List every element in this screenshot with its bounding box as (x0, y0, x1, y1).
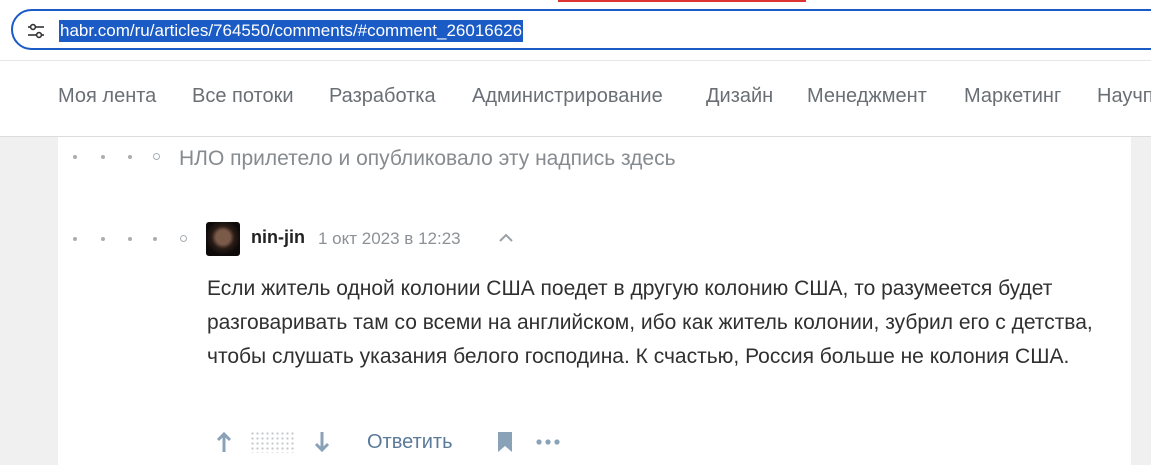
comment-text: Если житель одной колонии США поедет в д… (207, 277, 1093, 368)
ufo-notice: НЛО прилетело и опубликовало эту надпись… (179, 147, 676, 170)
comment-author[interactable]: nin-jin (251, 227, 305, 248)
comment-date[interactable]: 1 окт 2023 в 12:23 (318, 229, 461, 249)
comments-thread: НЛО прилетело и опубликовало эту надпись… (58, 137, 1131, 465)
thread-dot (153, 237, 157, 241)
arrow-up-icon[interactable] (216, 431, 232, 453)
thread-ring (153, 153, 160, 160)
reply-button[interactable]: Ответить (367, 431, 453, 454)
avatar[interactable] (206, 222, 240, 256)
thread-dot (128, 155, 132, 159)
thread-ring (180, 235, 187, 242)
nav-item-administration[interactable]: Администрирование (472, 85, 663, 108)
nav-item-science[interactable]: Научп (1097, 85, 1151, 108)
nav-item-all-streams[interactable]: Все потоки (192, 85, 294, 108)
chevron-up-icon[interactable] (498, 233, 514, 243)
score-placeholder (250, 431, 296, 453)
address-bar[interactable]: habr.com/ru/articles/764550/comments/#co… (11, 9, 1151, 50)
thread-dot (73, 237, 77, 241)
hub-nav: Моя лента Все потоки Разработка Админист… (0, 60, 1151, 137)
tab-strip-accent (558, 0, 806, 2)
nav-item-management[interactable]: Менеджмент (807, 85, 927, 108)
url-text[interactable]: habr.com/ru/articles/764550/comments/#co… (59, 20, 524, 42)
nav-item-design[interactable]: Дизайн (706, 85, 773, 108)
bookmark-icon[interactable] (496, 431, 514, 453)
more-icon[interactable] (536, 439, 564, 445)
thread-dot (73, 155, 77, 159)
nav-item-marketing[interactable]: Маркетинг (964, 85, 1061, 108)
browser-toolbar: habr.com/ru/articles/764550/comments/#co… (0, 0, 1151, 60)
thread-dot (101, 155, 105, 159)
nav-item-development[interactable]: Разработка (329, 85, 436, 108)
thread-dot (101, 237, 105, 241)
thread-dot (128, 237, 132, 241)
arrow-down-icon[interactable] (314, 431, 330, 453)
nav-item-my-feed[interactable]: Моя лента (58, 85, 156, 108)
tune-icon[interactable] (27, 22, 45, 40)
